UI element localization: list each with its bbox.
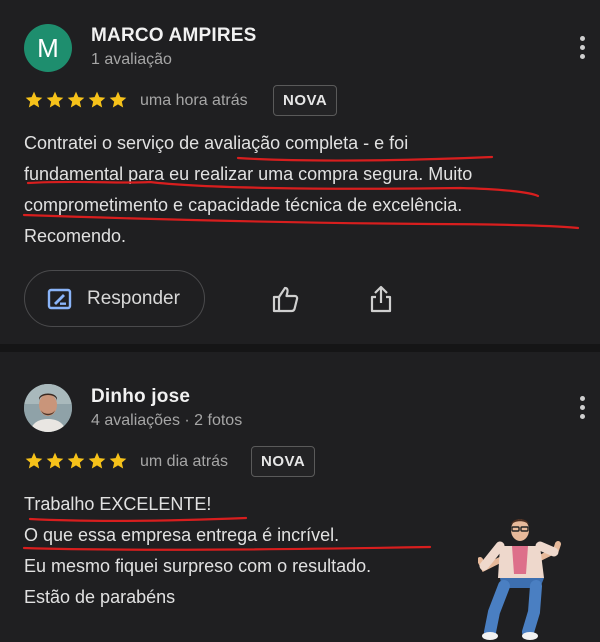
reply-button[interactable]: Responder bbox=[24, 270, 205, 327]
review-text-line: Trabalho EXCELENTE! bbox=[24, 494, 212, 514]
star-rating bbox=[24, 451, 128, 471]
review-text-line: Eu mesmo fiquei surpreso com o resultado… bbox=[24, 556, 372, 576]
review-text-line: comprometimento e capacidade técnica de … bbox=[24, 195, 463, 215]
reviewer-name[interactable]: Dinho jose bbox=[91, 386, 190, 408]
reply-button-label: Responder bbox=[87, 287, 180, 309]
reviewer-name[interactable]: MARCO AMPIRES bbox=[91, 25, 257, 47]
review-card-2: Dinho jose 4 avaliações · 2 fotos um dia… bbox=[0, 352, 600, 642]
reviewer-meta: 4 avaliações · 2 fotos bbox=[91, 412, 243, 429]
dancing-person-sticker bbox=[478, 519, 561, 640]
more-options-icon[interactable] bbox=[580, 396, 586, 423]
review-text-line: Recomendo. bbox=[24, 226, 127, 246]
star-icon bbox=[25, 452, 43, 469]
review-card-1: M MARCO AMPIRES 1 avaliação uma hora atr… bbox=[0, 0, 600, 345]
star-icon bbox=[67, 452, 85, 469]
star-icon bbox=[109, 452, 127, 469]
review-text-line: O que essa empresa entrega é incrível. bbox=[24, 525, 340, 545]
avatar[interactable]: M bbox=[24, 24, 72, 72]
star-icon bbox=[46, 452, 64, 469]
more-options-icon[interactable] bbox=[580, 36, 586, 63]
new-badge: NOVA bbox=[251, 446, 316, 477]
thumbs-up-icon[interactable] bbox=[270, 284, 300, 314]
review-text-line: fundamental para eu realizar uma compra … bbox=[24, 164, 473, 184]
review-text-line: Contratei o serviço de avaliação complet… bbox=[24, 133, 409, 153]
star-icon bbox=[46, 91, 64, 108]
reviewer-meta: 1 avaliação bbox=[91, 51, 172, 68]
new-badge: NOVA bbox=[273, 85, 338, 116]
star-rating bbox=[24, 90, 128, 110]
star-icon bbox=[88, 91, 106, 108]
review-divider bbox=[0, 344, 600, 352]
review-time: uma hora atrás bbox=[140, 92, 248, 109]
edit-reply-icon bbox=[47, 288, 72, 309]
share-icon[interactable] bbox=[366, 284, 396, 314]
review-text: Contratei o serviço de avaliação complet… bbox=[24, 128, 472, 252]
avatar-letter: M bbox=[37, 32, 59, 63]
review-time: um dia atrás bbox=[140, 453, 229, 470]
person-photo-icon bbox=[24, 384, 72, 432]
star-icon bbox=[25, 91, 43, 108]
avatar[interactable] bbox=[24, 384, 72, 432]
star-icon bbox=[67, 91, 85, 108]
star-icon bbox=[109, 91, 127, 108]
star-icon bbox=[88, 452, 106, 469]
review-text-line: Estão de parabéns bbox=[24, 587, 176, 607]
review-text: Trabalho EXCELENTE! O que essa empresa e… bbox=[24, 489, 371, 613]
